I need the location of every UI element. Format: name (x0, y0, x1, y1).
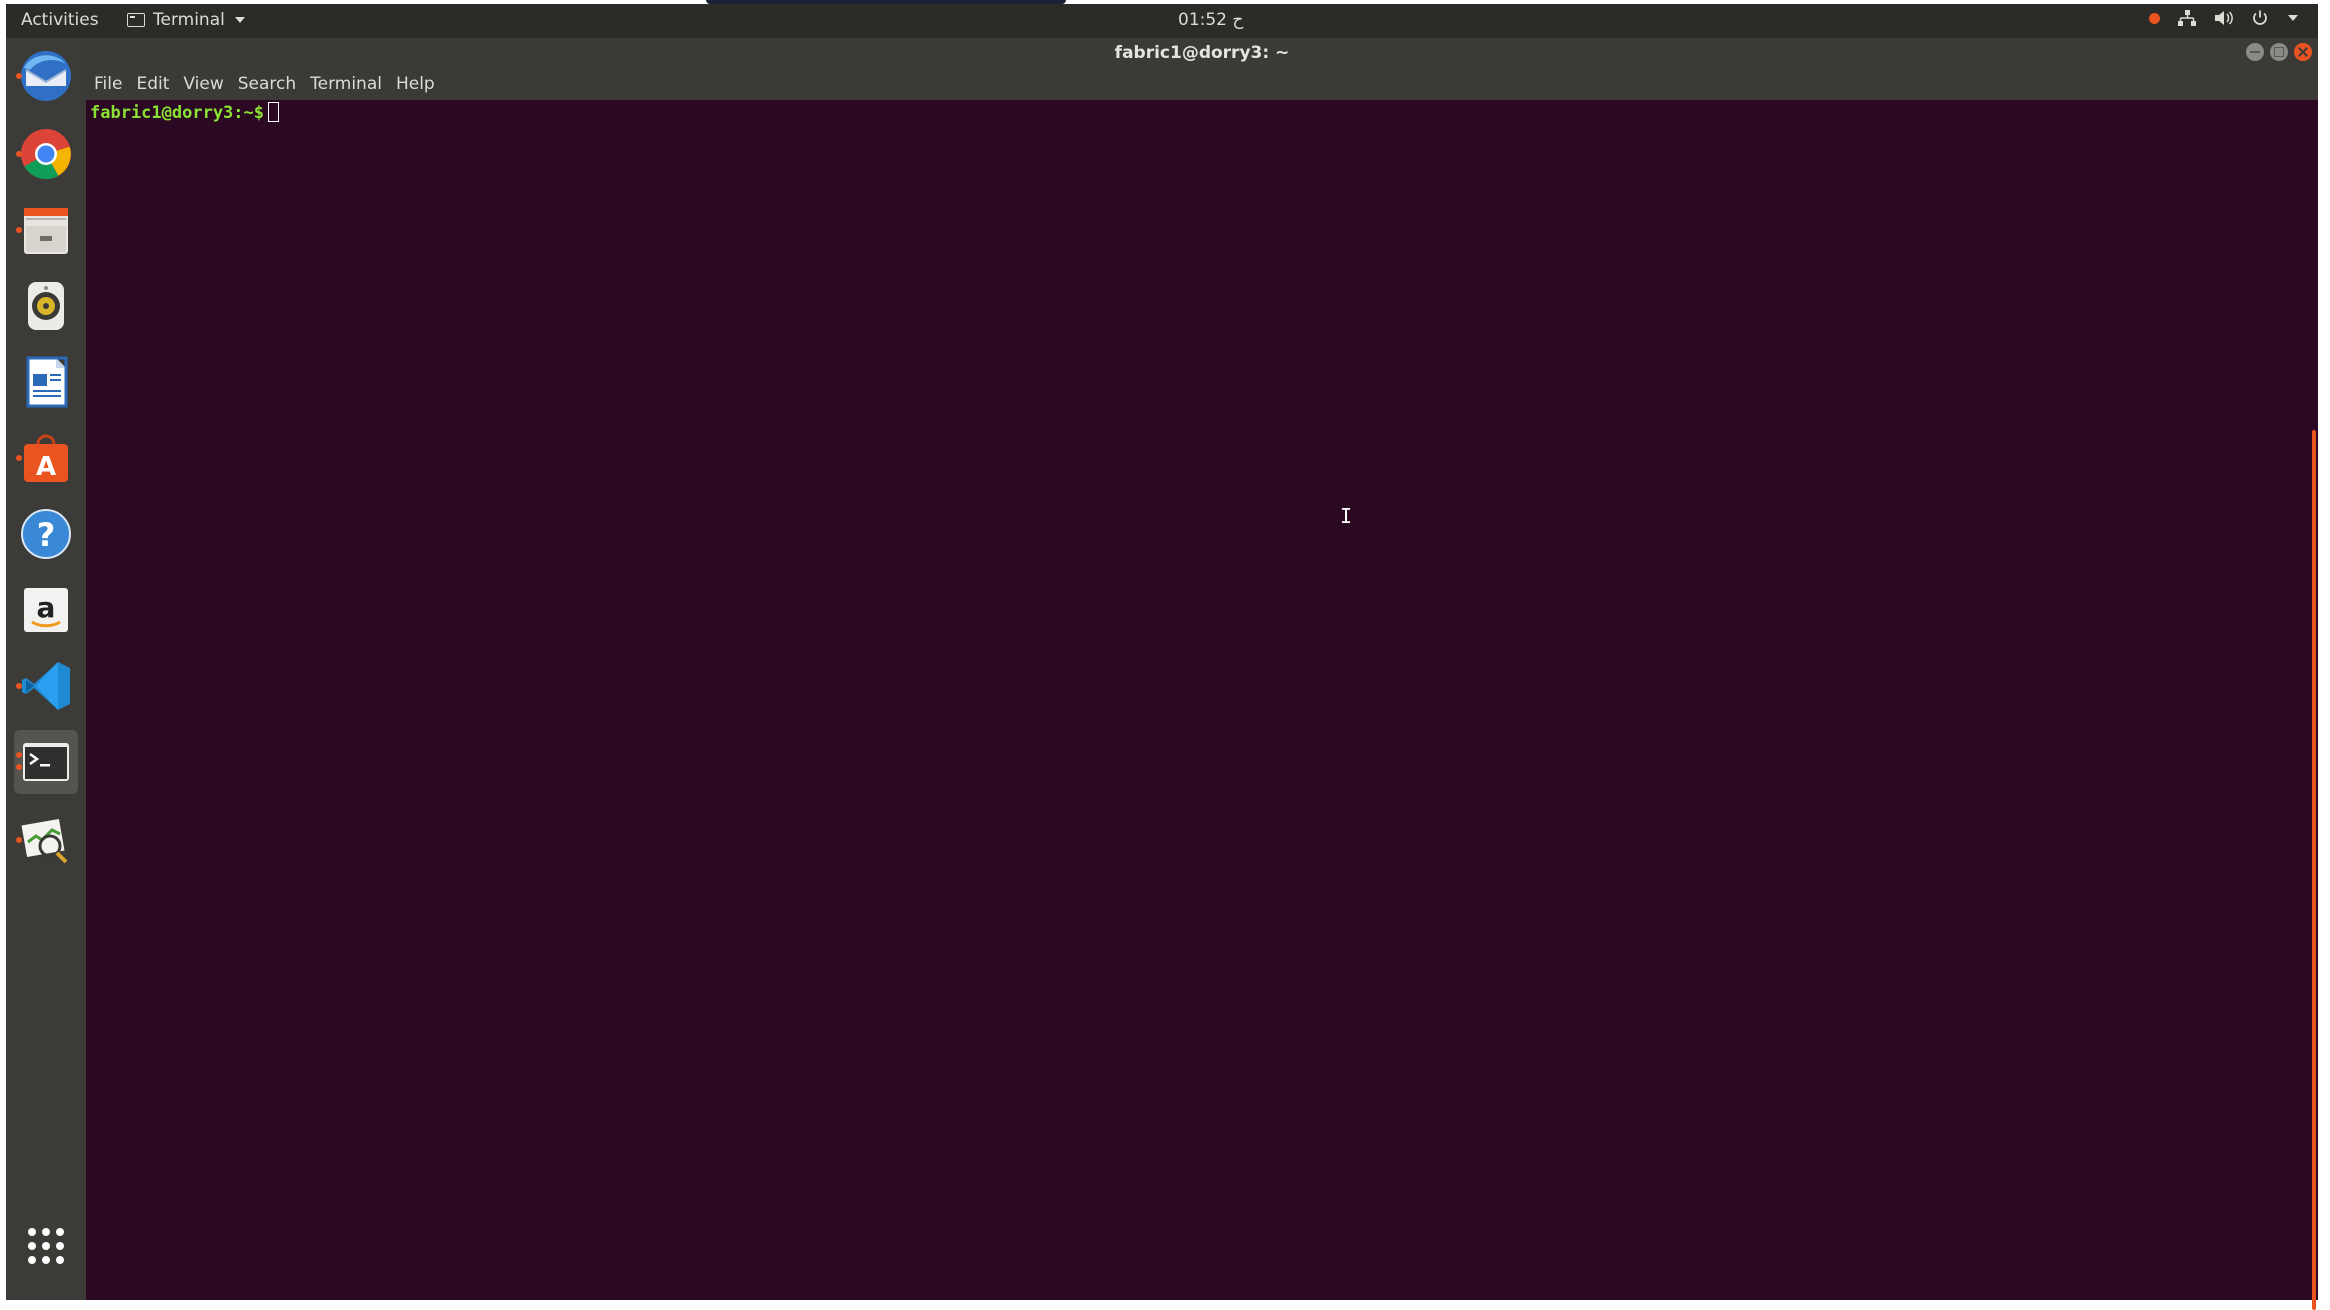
running-indicator (16, 683, 22, 689)
software-center-icon: A (24, 434, 68, 482)
dock-software-center[interactable]: A (14, 426, 78, 490)
terminal-area[interactable]: fabric1@dorry3:~$ (86, 100, 2318, 1310)
window-controls (2246, 43, 2312, 61)
files-icon (24, 208, 68, 254)
launcher-dock: A ? a (6, 38, 86, 1300)
menu-edit[interactable]: Edit (136, 74, 169, 94)
app-menu-label: Terminal (153, 10, 225, 30)
mouse-ibeam-cursor: I (1340, 504, 1353, 528)
prompt-line: fabric1@dorry3:~$ (90, 102, 279, 123)
svg-text:a: a (37, 591, 56, 624)
dock-chrome[interactable] (14, 122, 78, 186)
app-menu[interactable]: Terminal (127, 10, 245, 30)
close-button[interactable] (2294, 43, 2312, 61)
volume-icon[interactable] (2214, 10, 2234, 26)
svg-text:A: A (36, 452, 56, 482)
power-icon[interactable] (2252, 10, 2268, 26)
menu-view[interactable]: View (183, 74, 223, 94)
shell-prompt: fabric1@dorry3:~$ (90, 103, 264, 123)
amazon-icon: a (24, 588, 68, 632)
notification-dot-icon (2149, 12, 2160, 24)
system-tray[interactable] (2149, 10, 2298, 26)
network-icon[interactable] (2178, 10, 2196, 26)
menubar: File Edit View Search Terminal Help (86, 70, 2318, 100)
terminal-mini-icon (127, 13, 145, 27)
running-indicator (16, 455, 22, 461)
dock-amazon[interactable]: a (14, 578, 78, 642)
top-panel: Activities Terminal 01:52 ح (6, 4, 2318, 38)
system-monitor-icon (21, 818, 68, 864)
writer-icon (26, 356, 68, 408)
help-icon: ? (21, 509, 71, 559)
activities-button[interactable]: Activities (21, 10, 99, 30)
chrome-icon (21, 129, 71, 180)
dock-thunderbird[interactable] (14, 44, 78, 108)
running-indicator (16, 151, 22, 157)
running-indicator (16, 764, 22, 770)
minimize-button[interactable] (2246, 43, 2264, 61)
menu-terminal[interactable]: Terminal (310, 74, 382, 94)
thunderbird-icon (21, 51, 71, 101)
maximize-button[interactable] (2270, 43, 2288, 61)
running-indicator (16, 837, 22, 843)
dock-terminal[interactable] (14, 730, 78, 794)
menu-search[interactable]: Search (238, 74, 296, 94)
dock-system-monitor[interactable] (14, 808, 78, 872)
running-indicator (16, 752, 22, 758)
dock-show-apps[interactable] (14, 1214, 78, 1278)
dock-vscode[interactable] (14, 654, 78, 718)
vscode-icon (22, 662, 70, 710)
svg-text:?: ? (37, 516, 56, 554)
scrollbar[interactable] (2312, 430, 2316, 1310)
system-menu-chevron-icon[interactable] (2288, 15, 2298, 21)
show-apps-icon (28, 1228, 64, 1264)
menu-help[interactable]: Help (396, 74, 435, 94)
terminal-icon (23, 743, 69, 781)
text-cursor (268, 102, 279, 122)
window-title: fabric1@dorry3: ~ (1114, 43, 1290, 63)
running-indicator (16, 227, 22, 233)
dock-help[interactable]: ? (14, 502, 78, 566)
dock-rhythmbox[interactable] (14, 274, 78, 338)
dock-files[interactable] (14, 198, 78, 262)
running-indicator (16, 73, 22, 79)
chevron-down-icon (234, 17, 245, 23)
menu-file[interactable]: File (94, 74, 122, 94)
clock[interactable]: 01:52 ح (1178, 10, 1243, 30)
rhythmbox-icon (28, 282, 64, 330)
window-titlebar[interactable]: fabric1@dorry3: ~ (86, 38, 2318, 70)
dock-writer[interactable] (14, 350, 78, 414)
